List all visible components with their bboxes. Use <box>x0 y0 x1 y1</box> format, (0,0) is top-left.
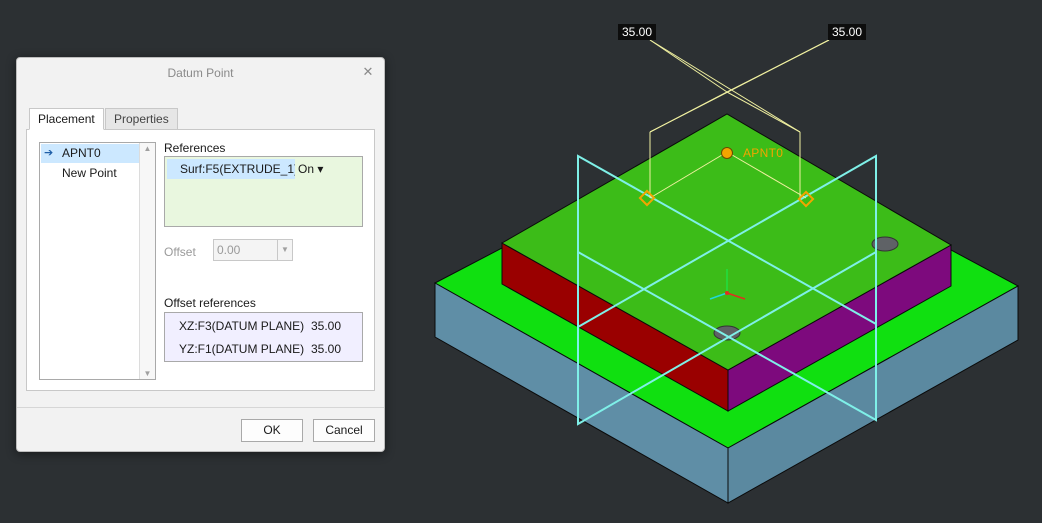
dimension-label-left[interactable]: 35.00 <box>618 24 657 40</box>
placement-panel: ➔ APNT0 New Point ▲ ▼ References Surf:F5… <box>26 129 375 391</box>
offset-reference-name: YZ:F1(DATUM PLANE) <box>179 342 305 356</box>
point-list-scrollbar[interactable]: ▲ ▼ <box>139 143 155 379</box>
offset-value: 0.00 <box>217 243 241 257</box>
offset-label: Offset <box>164 245 196 259</box>
point-list[interactable]: ➔ APNT0 New Point ▲ ▼ <box>39 142 156 380</box>
list-item-apnt0[interactable]: ➔ APNT0 <box>41 144 139 163</box>
list-item-label: APNT0 <box>62 146 101 160</box>
datum-point-marker[interactable] <box>721 147 733 159</box>
list-item-label: New Point <box>62 166 117 180</box>
chevron-down-icon: ▼ <box>277 240 292 260</box>
datum-point-label: APNT0 <box>743 146 784 160</box>
offset-reference-value[interactable]: 35.00 <box>311 316 341 336</box>
offset-input: 0.00 ▼ <box>213 239 293 261</box>
references-collector[interactable]: Surf:F5(EXTRUDE_1):P On ▾ <box>164 156 363 227</box>
dimension-label-right[interactable]: 35.00 <box>828 24 867 40</box>
cancel-button[interactable]: Cancel <box>313 419 375 442</box>
tab-properties[interactable]: Properties <box>105 108 178 130</box>
scroll-down-icon[interactable]: ▼ <box>140 369 155 378</box>
dialog-title: Datum Point <box>167 66 234 80</box>
scroll-up-icon[interactable]: ▲ <box>140 144 155 153</box>
arrow-right-icon: ➔ <box>44 147 54 159</box>
references-label: References <box>164 141 226 155</box>
offset-reference-name: XZ:F3(DATUM PLANE) <box>179 319 305 333</box>
constraint-dropdown[interactable]: On ▾ <box>298 159 323 179</box>
list-item-new-point[interactable]: New Point <box>41 164 139 183</box>
close-icon[interactable]: ✕ <box>360 64 376 80</box>
reference-item[interactable]: Surf:F5(EXTRUDE_1):P <box>167 159 295 179</box>
offset-references-collector[interactable]: XZ:F3(DATUM PLANE) 35.00 YZ:F1(DATUM PLA… <box>164 312 363 362</box>
offset-reference-value[interactable]: 35.00 <box>311 339 341 359</box>
offset-references-label: Offset references <box>164 296 256 310</box>
offset-reference-row[interactable]: XZ:F3(DATUM PLANE) 35.00 <box>179 316 341 336</box>
offset-reference-row[interactable]: YZ:F1(DATUM PLANE) 35.00 <box>179 339 341 359</box>
datum-point-dialog: Datum Point ✕ Placement Properties ➔ APN… <box>16 57 385 452</box>
ok-button[interactable]: OK <box>241 419 303 442</box>
tab-placement[interactable]: Placement <box>29 108 104 130</box>
button-separator <box>17 407 384 408</box>
